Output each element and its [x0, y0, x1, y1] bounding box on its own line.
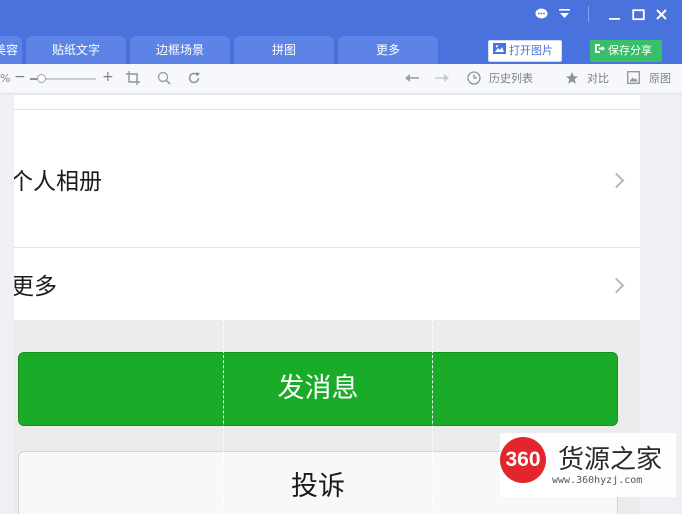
edit-toolbar: % − + 历史列表 对比 原图	[0, 64, 682, 94]
grid-guide-line	[223, 320, 224, 514]
save-share-button[interactable]: 保存分享	[590, 40, 662, 62]
open-image-button[interactable]: 打开图片	[488, 40, 562, 62]
chevron-right-icon	[608, 172, 625, 189]
zoom-out-button[interactable]: −	[14, 69, 26, 85]
dropdown-icon[interactable]	[558, 8, 571, 25]
tab-stickers-text[interactable]: 贴纸文字	[26, 36, 126, 64]
list-item-personal-album[interactable]: 个人相册	[14, 110, 640, 247]
title-separator	[588, 6, 589, 22]
redo-icon[interactable]	[434, 71, 450, 90]
save-share-label: 保存分享	[608, 44, 652, 57]
maximize-icon[interactable]	[632, 8, 645, 26]
undo-icon[interactable]	[404, 71, 420, 90]
tab-collage[interactable]: 拼图	[234, 36, 334, 64]
zoom-percent-label: %	[0, 72, 11, 85]
original-image-button[interactable]: 原图	[649, 71, 671, 87]
tab-more[interactable]: 更多	[338, 36, 438, 64]
export-icon	[594, 40, 605, 62]
title-bar: 美容 贴纸文字 边框场景 拼图 更多 打开图片 保存分享	[0, 0, 682, 64]
history-icon	[467, 71, 481, 90]
watermark-name: 货源之家	[558, 445, 663, 475]
zoom-slider-knob[interactable]	[37, 74, 46, 83]
open-image-label: 打开图片	[509, 44, 553, 57]
app-window: 美容 贴纸文字 边框场景 拼图 更多 打开图片 保存分享	[0, 0, 682, 514]
list-item-label: 更多	[14, 274, 57, 300]
original-image-icon	[627, 71, 640, 89]
watermark-logo: 360	[500, 437, 546, 483]
tab-beauty[interactable]: 美容	[0, 36, 22, 64]
tab-frames-scenes[interactable]: 边框场景	[130, 36, 230, 64]
grid-guide-line	[432, 320, 433, 514]
send-message-button[interactable]: 发消息	[18, 352, 618, 426]
minimize-icon[interactable]	[608, 8, 621, 26]
main-tabs: 美容 贴纸文字 边框场景 拼图 更多	[0, 36, 442, 64]
image-icon	[493, 40, 506, 62]
zoom-fit-icon[interactable]	[157, 71, 171, 90]
chevron-right-icon	[608, 277, 625, 294]
crop-icon[interactable]	[126, 71, 140, 90]
watermark-url: www.360hyzj.com	[552, 475, 643, 486]
chat-icon[interactable]	[535, 8, 548, 25]
close-icon[interactable]	[655, 8, 668, 26]
history-list-button[interactable]: 历史列表	[489, 71, 533, 87]
compare-icon	[565, 71, 579, 90]
zoom-in-button[interactable]: +	[102, 69, 114, 85]
rotate-icon[interactable]	[187, 71, 201, 90]
compare-button[interactable]: 对比	[587, 71, 609, 87]
list-item-more[interactable]: 更多	[14, 248, 640, 320]
watermark: 360 货源之家 www.360hyzj.com	[500, 433, 676, 497]
list-item-label: 个人相册	[14, 169, 102, 195]
